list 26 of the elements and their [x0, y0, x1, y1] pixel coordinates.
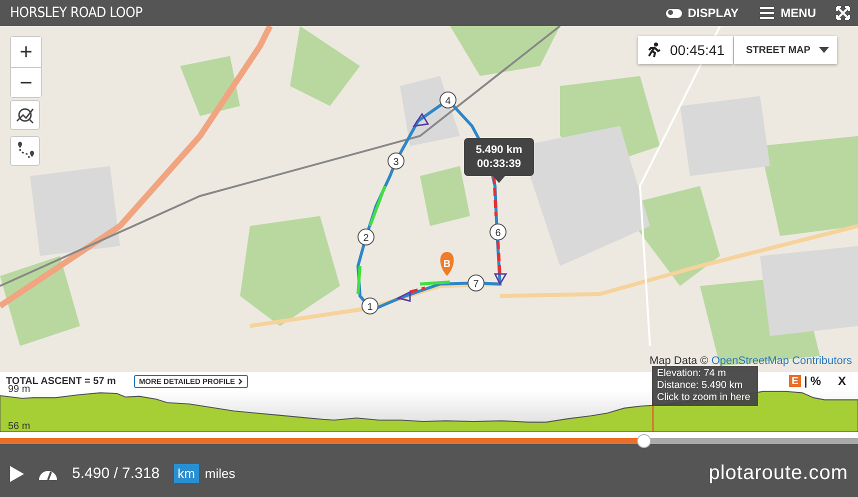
map-layer-dropdown[interactable]: STREET MAP: [734, 36, 837, 64]
elevation-hover-tooltip: Elevation: 74 m Distance: 5.490 km Click to zoom in here: [652, 366, 758, 406]
unit-option[interactable]: miles: [200, 464, 240, 483]
waypoint-marker[interactable]: 2: [358, 228, 374, 246]
percent-toggle[interactable]: %: [810, 374, 821, 388]
min-elevation-label: 56 m: [8, 421, 30, 432]
waypoint-marker[interactable]: 4: [440, 92, 456, 108]
distance-readout: 5.490 / 7.318: [72, 465, 160, 482]
waypoint-marker[interactable]: 3: [388, 152, 404, 170]
waypoint-marker[interactable]: 6: [490, 224, 506, 240]
unit-option[interactable]: km: [174, 464, 199, 483]
waypoint-marker[interactable]: 7: [468, 274, 484, 292]
timer-display: 00:45:41: [638, 36, 732, 64]
max-elevation-label: 99 m: [8, 384, 30, 395]
menu-button[interactable]: MENU: [758, 6, 816, 20]
total-ascent-label: TOTAL ASCENT = 57 m: [6, 376, 116, 386]
window-title: HORSLEY ROAD LOOP: [10, 5, 144, 21]
display-toggle[interactable]: DISPLAY: [666, 6, 739, 20]
close-button[interactable]: X: [838, 374, 846, 388]
route-tooltip: 5.490 km 00:33:39: [464, 138, 534, 176]
site-logo: plotaroute.com: [708, 462, 848, 485]
zoom-out-button[interactable]: −: [11, 67, 41, 97]
attribution-link[interactable]: OpenStreetMap Contributors: [711, 355, 852, 367]
map-attribution: Map Data © OpenStreetMap Contributors: [649, 355, 852, 367]
separator: |: [804, 374, 808, 388]
waypoint-marker[interactable]: 1: [362, 298, 378, 314]
